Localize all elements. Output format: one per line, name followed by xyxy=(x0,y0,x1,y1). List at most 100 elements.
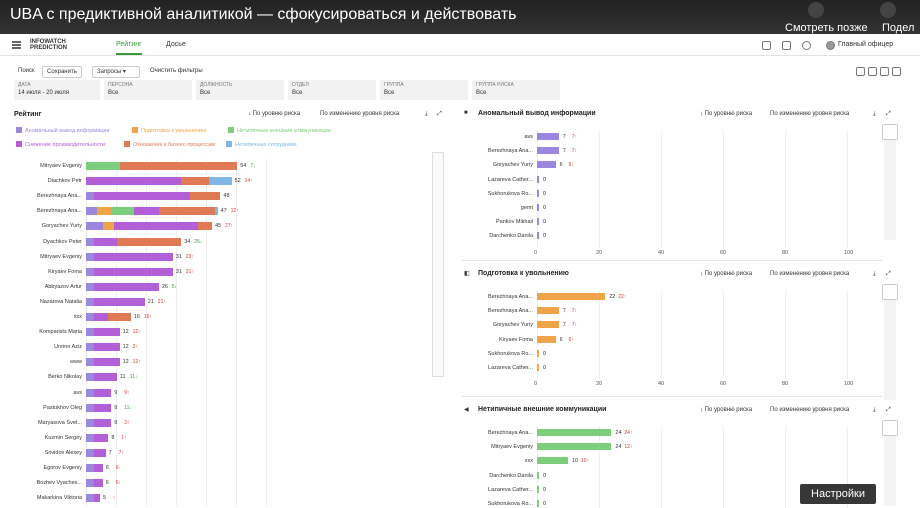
rating-row-label[interactable]: Mitryaev Evgeniy xyxy=(0,163,82,169)
video-title[interactable]: UBA с предиктивной аналитикой — сфокусир… xyxy=(10,6,517,24)
grid-view-icon[interactable] xyxy=(856,67,865,76)
panel-row-bar[interactable] xyxy=(537,232,539,240)
clear-filters-button[interactable]: Очистить фильтры xyxy=(146,66,207,78)
notifications-icon[interactable] xyxy=(762,41,771,50)
rating-row-label[interactable]: Diachkov Petr xyxy=(0,178,82,184)
tab-dossier[interactable]: Досье xyxy=(166,41,186,48)
panel-row-bar[interactable] xyxy=(537,321,559,329)
panel-scroll-handle[interactable] xyxy=(882,124,898,140)
rating-row-bar[interactable] xyxy=(86,237,182,246)
rating-row-label[interactable]: Pastukhov Oleg xyxy=(0,405,82,411)
panel-row-bar[interactable] xyxy=(537,457,568,465)
panel-sort-by-change[interactable]: По изменению уровня риска xyxy=(770,111,849,117)
panel-row-label[interactable]: Lazareva Cather... xyxy=(462,487,533,493)
filter-5[interactable]: ГРУППА Все xyxy=(380,80,468,100)
panel-sort-by-risk[interactable]: ↓ По уровню риска xyxy=(700,111,752,117)
queries-dropdown[interactable]: Запросы ▾ xyxy=(92,66,140,78)
more-icon[interactable] xyxy=(892,67,901,76)
rating-row-bar[interactable] xyxy=(86,177,232,186)
panel-row-bar[interactable] xyxy=(537,485,539,493)
panel-row-label[interactable]: Goryachev Yuriy xyxy=(462,322,533,328)
rating-row-bar[interactable] xyxy=(86,448,106,457)
rating-row-bar[interactable] xyxy=(86,313,131,321)
panel-scrollbar[interactable] xyxy=(884,436,896,506)
rating-row-label[interactable]: Komparists Maria xyxy=(0,329,82,335)
filter-3[interactable]: ДОЛЖНОСТЬ Все xyxy=(196,80,284,100)
download-icon[interactable]: ⤓ xyxy=(873,271,876,278)
rating-row-bar[interactable] xyxy=(86,162,238,170)
expand-icon[interactable]: ⤢ xyxy=(437,111,442,118)
gear-icon[interactable] xyxy=(802,41,811,50)
expand-icon[interactable]: ⤢ xyxy=(886,271,891,278)
rating-row-label[interactable]: Kuzmin Sergey xyxy=(0,435,82,441)
panel-row-label[interactable]: Goryachev Yuriy xyxy=(462,162,533,168)
rating-row-bar[interactable] xyxy=(86,433,109,442)
rating-scrollbar[interactable] xyxy=(432,152,444,377)
rating-row-label[interactable]: Nazarova Natalia xyxy=(0,299,82,305)
rating-row-label[interactable]: Makarkina Viktoria xyxy=(0,495,82,501)
panel-row-bar[interactable] xyxy=(537,307,559,315)
rating-row-label[interactable]: Kiryaev Foma xyxy=(0,269,82,275)
rating-row-bar[interactable] xyxy=(86,388,112,397)
rating-row-label[interactable]: Berezhnaya Ana... xyxy=(0,193,82,199)
filter-6[interactable]: ГРУППА РИСКА Все xyxy=(472,80,560,100)
rating-row-bar[interactable] xyxy=(86,192,221,201)
panel-row-bar[interactable] xyxy=(537,471,539,479)
rating-row-bar[interactable] xyxy=(86,207,218,216)
menu-icon[interactable] xyxy=(12,41,21,49)
tab-rating[interactable]: Рейтинг xyxy=(116,41,142,55)
panel-sort-by-change[interactable]: По изменению уровня риска xyxy=(770,271,849,277)
sort-by-risk[interactable]: ↓ По уровню риска xyxy=(248,111,300,117)
rating-row-bar[interactable] xyxy=(86,418,112,427)
rating-row-label[interactable]: Abbyazov Artur xyxy=(0,284,82,290)
panel-row-bar[interactable] xyxy=(537,293,606,300)
rating-row-bar[interactable] xyxy=(86,403,112,412)
rating-row-label[interactable]: Bozhev Vyaches... xyxy=(0,480,82,486)
panel-row-bar[interactable] xyxy=(537,335,556,343)
rating-row-bar[interactable] xyxy=(86,267,173,276)
rating-row-bar[interactable] xyxy=(86,252,173,261)
panel-row-bar[interactable] xyxy=(537,147,559,155)
rating-row-label[interactable]: Mitryaev Evgeniy xyxy=(0,254,82,260)
panel-scroll-handle[interactable] xyxy=(882,284,898,300)
share-label[interactable]: Подел xyxy=(882,22,914,34)
watch-later-label[interactable]: Смотреть позже xyxy=(785,22,868,34)
panel-row-label[interactable]: xxx xyxy=(462,458,533,464)
rating-row-bar[interactable] xyxy=(86,494,100,503)
panel-row-bar[interactable] xyxy=(537,500,539,507)
panel-sort-by-change[interactable]: По изменению уровня риска xyxy=(770,407,849,413)
filter-1[interactable]: ДАТА 14 июля - 20 июля xyxy=(14,80,100,100)
user-name[interactable]: Главный офицер xyxy=(838,41,893,48)
rating-row-label[interactable]: Maryasova Svet... xyxy=(0,420,82,426)
rating-row-bar[interactable] xyxy=(86,297,145,306)
panel-row-label[interactable]: Berezhnaya Ana... xyxy=(462,430,533,436)
legend-item[interactable]: Нетипичные внешние коммуникации xyxy=(228,127,331,134)
rating-row-bar[interactable] xyxy=(86,328,120,337)
filter-2[interactable]: ПЕРСОНА Все xyxy=(104,80,192,100)
panel-row-bar[interactable] xyxy=(537,349,539,357)
panel-row-bar[interactable] xyxy=(537,443,612,451)
panel-row-label[interactable]: Sukhorukova Ro... xyxy=(462,501,533,507)
rating-row-label[interactable]: avs xyxy=(0,390,82,396)
panel-row-label[interactable]: avs xyxy=(462,134,533,140)
rating-row-label[interactable]: www xyxy=(0,359,82,365)
panel-row-label[interactable]: Kiryaev Foma xyxy=(462,337,533,343)
panel-row-bar[interactable] xyxy=(537,204,539,211)
legend-item[interactable]: Нетипичные сотрудники xyxy=(226,141,297,148)
panel-scroll-handle[interactable] xyxy=(882,420,898,436)
legend-item[interactable]: Отношение к бизнес-процессам xyxy=(124,141,215,148)
save-button[interactable]: Сохранить xyxy=(42,66,82,78)
document-icon[interactable] xyxy=(782,41,791,50)
download-icon[interactable]: ⤓ xyxy=(425,111,428,118)
app-logo[interactable]: INFOWATCH PREDICTION xyxy=(30,39,67,51)
legend-item[interactable]: Подготовка к увольнению xyxy=(132,127,206,134)
rating-row-label[interactable]: Goryachev Yuriy xyxy=(0,223,82,229)
rating-row-bar[interactable] xyxy=(86,464,103,472)
panel-row-label[interactable]: Sukhorukova Ro... xyxy=(462,191,533,197)
rating-row-bar[interactable] xyxy=(86,358,120,367)
rating-row-label[interactable]: Sovidov Alexey xyxy=(0,450,82,456)
rating-row-bar[interactable] xyxy=(86,222,212,231)
panel-sort-by-risk[interactable]: ↓ По уровню риска xyxy=(700,271,752,277)
rating-row-label[interactable]: xxx xyxy=(0,314,82,320)
panel-row-label[interactable]: Lazareva Cather... xyxy=(462,177,533,183)
